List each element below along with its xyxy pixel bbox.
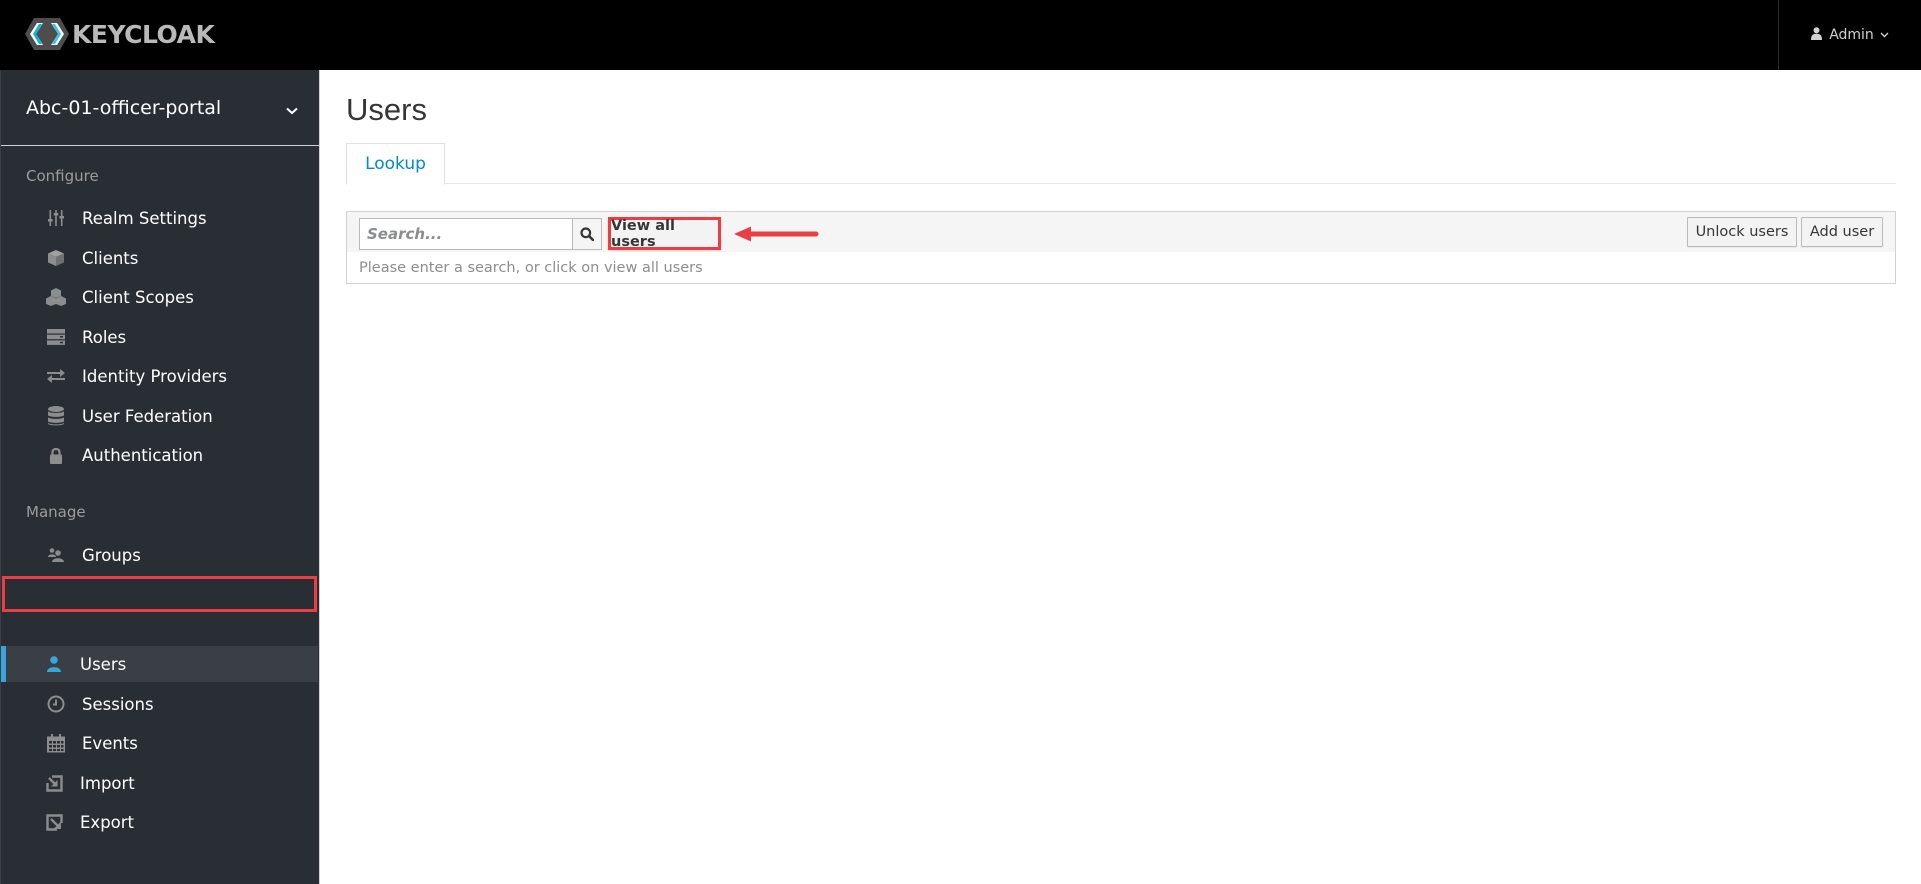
sidebar-item-import[interactable]: Import xyxy=(1,765,318,801)
chevron-down-icon xyxy=(1880,30,1889,41)
sidebar-item-users[interactable]: Users xyxy=(1,646,318,682)
sidebar-item-label: Events xyxy=(82,733,138,753)
search-input[interactable] xyxy=(359,218,573,250)
sidebar-item-label: Users xyxy=(80,654,127,674)
sidebar-item-label: Groups xyxy=(82,545,141,565)
keycloak-logo[interactable]: KEYCLOAK xyxy=(24,16,215,52)
keycloak-logo-icon xyxy=(25,18,69,50)
server-icon xyxy=(45,327,67,347)
lock-icon xyxy=(45,445,67,465)
realm-name: Abc-01-officer-portal xyxy=(26,96,222,119)
tab-bar: Lookup xyxy=(346,143,1896,185)
sidebar-item-clients[interactable]: Clients xyxy=(1,240,318,276)
search-icon xyxy=(580,227,594,241)
empty-results-hint: Please enter a search, or click on view … xyxy=(346,252,1896,284)
user-icon xyxy=(1811,26,1823,44)
sidebar-item-label: Identity Providers xyxy=(82,366,228,386)
sidebar-item-client-scopes[interactable]: Client Scopes xyxy=(1,279,318,315)
add-user-button[interactable]: Add user xyxy=(1801,217,1883,247)
sidebar-item-label: Clients xyxy=(82,248,139,268)
sidebar-item-label: Sessions xyxy=(82,694,154,714)
sidebar-item-export[interactable]: Export xyxy=(1,804,318,840)
tab-lookup[interactable]: Lookup xyxy=(346,143,445,185)
database-icon xyxy=(45,406,67,426)
sidebar-item-authentication[interactable]: Authentication xyxy=(1,437,318,473)
cubes-icon xyxy=(45,287,67,307)
sidebar-item-label: Authentication xyxy=(82,445,204,465)
users-toolbar: View all users Unlock users Add user xyxy=(346,211,1896,253)
section-label-configure: Configure xyxy=(26,167,99,185)
brand-name: KEYCLOAK xyxy=(72,19,215,49)
sidebar-item-identity-providers[interactable]: Identity Providers xyxy=(1,358,318,394)
view-all-users-button[interactable]: View all users xyxy=(608,217,721,250)
search-button[interactable] xyxy=(572,218,602,250)
user-name: Admin xyxy=(1829,27,1874,43)
sidebar-item-label: Roles xyxy=(82,327,127,347)
import-icon xyxy=(43,773,65,793)
sidebar-item-label: Client Scopes xyxy=(82,287,194,307)
sidebar-item-label: Export xyxy=(80,812,135,832)
sidebar-item-user-federation[interactable]: User Federation xyxy=(1,398,318,434)
sidebar-item-label: Import xyxy=(80,773,135,793)
main-content: Users Lookup View all users Unlock users… xyxy=(321,70,1921,884)
sidebar-item-events[interactable]: Events xyxy=(1,725,318,761)
sliders-icon xyxy=(45,208,67,228)
calendar-icon xyxy=(45,733,67,753)
section-label-manage: Manage xyxy=(26,503,86,521)
users-icon xyxy=(45,545,67,565)
sidebar-item-groups[interactable]: Groups xyxy=(1,537,318,573)
sidebar-item-label: Realm Settings xyxy=(82,208,207,228)
realm-selector[interactable]: Abc-01-officer-portal xyxy=(1,70,320,146)
chevron-down-icon xyxy=(286,100,298,119)
unlock-users-button[interactable]: Unlock users xyxy=(1687,217,1797,247)
sidebar-item-sessions[interactable]: Sessions xyxy=(1,686,318,722)
cube-icon xyxy=(45,248,67,268)
page-title: Users xyxy=(346,92,427,127)
exchange-icon xyxy=(45,366,67,386)
top-header: KEYCLOAK Admin xyxy=(0,0,1921,70)
sidebar-item-realm-settings[interactable]: Realm Settings xyxy=(1,200,318,236)
sidebar: Abc-01-officer-portal Configure Realm Se… xyxy=(0,70,320,884)
annotation-arrow-icon xyxy=(734,226,819,242)
sidebar-item-roles[interactable]: Roles xyxy=(1,319,318,355)
user-icon xyxy=(43,654,65,674)
sidebar-item-label: User Federation xyxy=(82,406,213,426)
export-icon xyxy=(43,812,65,832)
user-menu[interactable]: Admin xyxy=(1778,0,1921,70)
clock-icon xyxy=(45,694,67,714)
